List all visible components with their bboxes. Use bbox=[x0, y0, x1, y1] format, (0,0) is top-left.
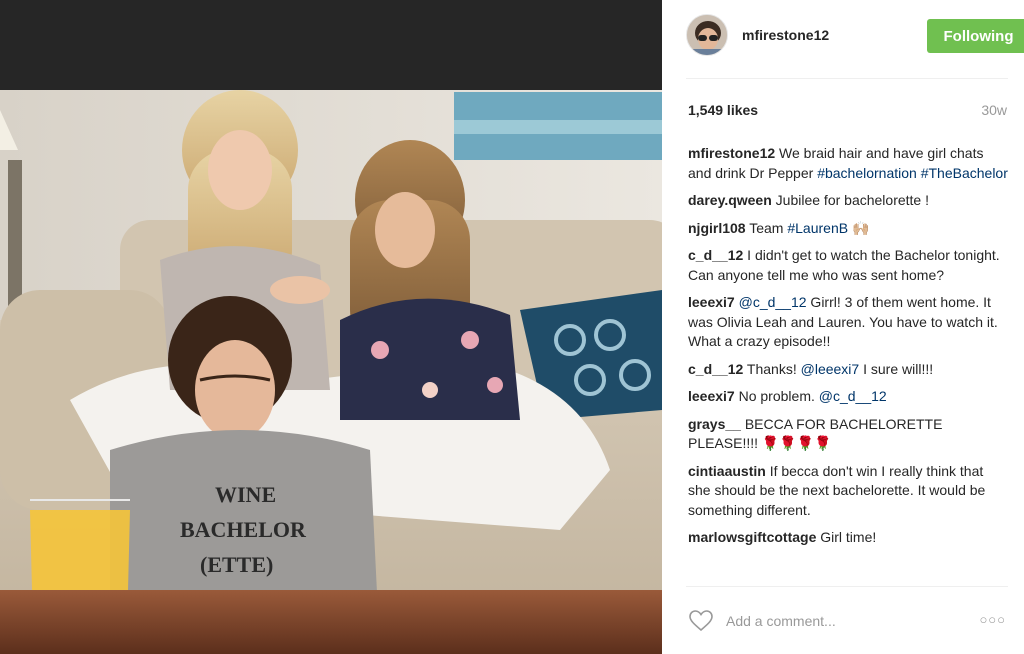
comment-username[interactable]: leeexi7 bbox=[688, 388, 735, 404]
comment-item: njgirl108 Team #LaurenB 🙌🏼 bbox=[688, 219, 1008, 239]
comment-item: cintiaaustin If becca don't win I really… bbox=[688, 462, 1008, 521]
avatar[interactable] bbox=[686, 14, 728, 56]
comments-list: mfirestone12 We braid hair and have girl… bbox=[688, 144, 1008, 581]
comment-username[interactable]: darey.qween bbox=[688, 192, 772, 208]
avatar-image bbox=[687, 15, 727, 55]
comment-username[interactable]: marlowsgiftcottage bbox=[688, 529, 816, 545]
comment-item: mfirestone12 We braid hair and have girl… bbox=[688, 144, 1008, 183]
comment-item: grays__ BECCA FOR BACHELORETTE PLEASE!!!… bbox=[688, 415, 1008, 454]
comment-text: Jubilee for bachelorette ! bbox=[775, 192, 929, 208]
photo-pane: WINE BACHELOR (ETTE) bbox=[0, 0, 662, 654]
comment-item: c_d__12 Thanks! @leeexi7 I sure will!!! bbox=[688, 360, 1008, 380]
more-options-icon[interactable]: ○○○ bbox=[979, 612, 1006, 627]
post-username[interactable]: mfirestone12 bbox=[742, 27, 829, 43]
comment-username[interactable]: njgirl108 bbox=[688, 220, 746, 236]
post-sidebar: mfirestone12 Following 1,549 likes 30w m… bbox=[662, 0, 1024, 654]
comment-text: Girrl! 3 of them went home. It was Olivi… bbox=[688, 294, 998, 349]
following-button[interactable]: Following bbox=[927, 19, 1024, 53]
comment-text: I sure will!!! bbox=[859, 360, 934, 377]
comment-username[interactable]: c_d__12 bbox=[688, 247, 743, 263]
comment-tag-link[interactable]: @c_d__12 bbox=[819, 388, 887, 404]
comment-tag-link[interactable]: #bachelornation bbox=[817, 165, 917, 181]
comment-tag-link[interactable]: @c_d__12 bbox=[739, 294, 807, 310]
add-comment-bar: ○○○ bbox=[686, 606, 1008, 636]
comment-text: No problem. bbox=[738, 388, 819, 404]
comment-username[interactable]: grays__ bbox=[688, 416, 741, 432]
comment-username[interactable]: c_d__12 bbox=[688, 361, 743, 377]
comment-item: darey.qween Jubilee for bachelorette ! bbox=[688, 191, 1008, 211]
likes-count[interactable]: 1,549 likes bbox=[688, 102, 758, 118]
post-photo[interactable]: WINE BACHELOR (ETTE) bbox=[0, 90, 662, 654]
comment-item: leeexi7 No problem. @c_d__12 bbox=[688, 387, 1008, 407]
comment-text: Girl time! bbox=[820, 529, 877, 545]
comment-item: c_d__12 I didn't get to watch the Bachel… bbox=[688, 246, 1008, 285]
post-age[interactable]: 30w bbox=[981, 102, 1007, 118]
comment-text: Team bbox=[749, 219, 788, 236]
comments-divider bbox=[686, 586, 1008, 587]
comment-tag-link[interactable]: #LaurenB bbox=[787, 220, 848, 236]
comment-username[interactable]: leeexi7 bbox=[688, 294, 735, 310]
comment-username[interactable]: cintiaaustin bbox=[688, 463, 766, 479]
shirt-line-2: BACHELOR bbox=[180, 517, 307, 542]
heart-icon[interactable] bbox=[688, 608, 714, 634]
comment-text: Thanks! bbox=[746, 360, 801, 377]
comment-item: leeexi7 @c_d__12 Girrl! 3 of them went h… bbox=[688, 293, 1008, 352]
comment-tag-link[interactable]: #TheBachelor bbox=[921, 165, 1008, 181]
post-header: mfirestone12 Following bbox=[686, 14, 1024, 58]
comment-item: marlowsgiftcottage Girl time! bbox=[688, 528, 1008, 548]
header-divider bbox=[686, 78, 1008, 79]
comment-tag-link[interactable]: @leeexi7 bbox=[801, 361, 860, 377]
shirt-line-1: WINE bbox=[215, 482, 276, 507]
shirt-line-3: (ETTE) bbox=[200, 552, 273, 577]
comment-text: 🙌🏼 bbox=[848, 219, 870, 236]
add-comment-input[interactable] bbox=[726, 610, 966, 632]
comment-username[interactable]: mfirestone12 bbox=[688, 145, 775, 161]
post-photo-art: WINE BACHELOR (ETTE) bbox=[0, 90, 662, 654]
